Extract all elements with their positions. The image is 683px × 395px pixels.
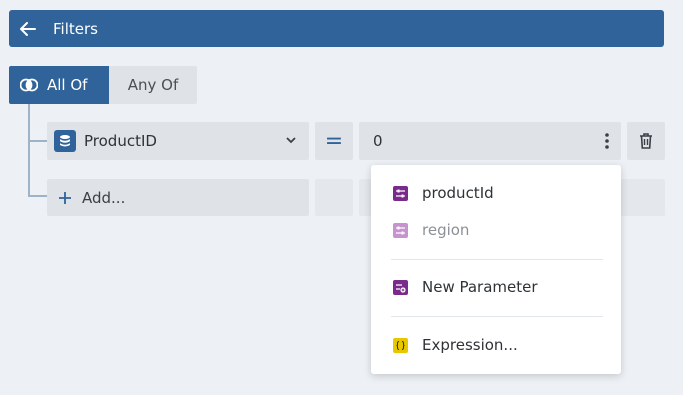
add-condition-button[interactable]: Add... <box>47 179 309 216</box>
tree-connector <box>28 104 30 196</box>
tree-branch <box>28 195 47 197</box>
new-parameter-icon <box>393 280 408 295</box>
value-input[interactable]: 0 <box>359 122 621 160</box>
back-button[interactable] <box>9 10 47 47</box>
parameter-icon <box>393 186 408 201</box>
field-label: ProductID <box>84 132 157 150</box>
intersect-icon <box>20 78 38 92</box>
arrow-left-icon <box>20 21 36 36</box>
trash-icon <box>640 133 652 149</box>
database-icon <box>54 130 76 152</box>
menu-item-expression[interactable]: Expression... <box>371 327 621 363</box>
operator-button[interactable]: = <box>315 122 353 160</box>
field-selector[interactable]: ProductID <box>47 122 309 160</box>
expression-icon <box>393 338 408 353</box>
more-options-icon[interactable] <box>605 133 609 149</box>
value-source-menu: productId region New Parameter Expressio… <box>371 165 621 374</box>
any-of-toggle[interactable]: Any Of <box>109 66 197 104</box>
menu-item-new-parameter[interactable]: New Parameter <box>371 269 621 305</box>
all-of-label: All Of <box>47 76 88 94</box>
all-of-toggle[interactable]: All Of <box>9 66 109 104</box>
placeholder-slot <box>621 179 665 216</box>
any-of-label: Any Of <box>127 76 179 94</box>
value-text: 0 <box>373 132 383 150</box>
menu-item-label: Expression... <box>422 336 518 354</box>
menu-item-productid[interactable]: productId <box>371 175 621 211</box>
menu-divider <box>391 316 603 317</box>
page-title: Filters <box>53 19 98 38</box>
menu-divider <box>391 259 603 260</box>
parameter-icon <box>393 223 408 238</box>
operator-label: = <box>324 128 344 154</box>
add-label: Add... <box>82 188 126 207</box>
delete-button[interactable] <box>627 122 665 160</box>
menu-item-label: productId <box>422 184 494 202</box>
tree-branch <box>28 140 47 142</box>
menu-item-label: region <box>422 221 470 239</box>
placeholder-slot <box>315 179 353 216</box>
chevron-down-icon <box>285 134 297 146</box>
plus-icon <box>58 191 72 205</box>
filters-header: Filters <box>9 10 664 47</box>
menu-item-region: region <box>371 212 621 248</box>
menu-item-label: New Parameter <box>422 278 538 296</box>
placeholder-slot <box>359 179 371 216</box>
